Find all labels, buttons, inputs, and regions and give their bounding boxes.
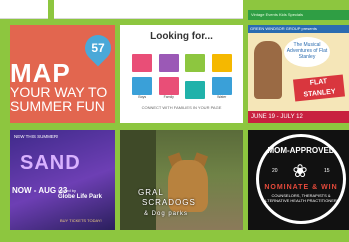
swim-icon xyxy=(185,81,206,99)
looking-for-tile[interactable]: Looking for... Boys Family Water CONNECT… xyxy=(120,25,243,123)
category-item[interactable]: Family xyxy=(157,74,182,99)
buy-tickets-link[interactable]: BUY TICKETS TODAY! xyxy=(60,218,102,223)
dog-park-tile[interactable]: GRAL SCRADOGS & Dog parks xyxy=(120,130,243,230)
sand-title: SAND xyxy=(20,152,81,174)
category-item[interactable] xyxy=(210,47,235,72)
category-grid: Boys Family Water xyxy=(130,47,234,99)
mom-approved-title: MOM-APPROVED xyxy=(267,146,335,155)
pin-number: 57 xyxy=(91,41,105,55)
camera-icon xyxy=(132,77,153,95)
dog-text-line2: SCRADOGS xyxy=(142,198,196,207)
sand-hosted-by: Hosted by xyxy=(58,188,77,193)
category-item[interactable]: Boys xyxy=(130,74,155,99)
sand-event-tile[interactable]: NEW THIS SUMMER! SAND NOW - AUG 23 Hoste… xyxy=(10,130,115,230)
lotus-icon: ❀ xyxy=(292,161,308,181)
sand-tag: NEW THIS SUMMER! xyxy=(14,134,59,139)
dog-text-line3: & Dog parks xyxy=(144,211,189,217)
musical-dates: JUNE 19 - JULY 12 xyxy=(248,111,349,123)
mom-approved-tile[interactable]: MOM-APPROVED ❀ 20 15 NOMINATE & WIN COUN… xyxy=(248,130,349,230)
category-banner[interactable]: Vintage Events Kids Specials xyxy=(248,10,349,20)
water-icon xyxy=(211,77,232,95)
mom-approved-subtext: COUNSELORS, THERAPISTS & ALTERNATIVE HEA… xyxy=(262,193,340,203)
category-item[interactable]: Water xyxy=(210,74,235,99)
family-icon xyxy=(185,54,206,72)
category-item[interactable] xyxy=(183,47,208,72)
category-item[interactable] xyxy=(183,74,208,99)
map-summer-fun-tile[interactable]: 57 MAP YOUR WAY TO SUMMER FUN xyxy=(10,25,115,123)
map-icon xyxy=(158,77,179,95)
year-left: 20 xyxy=(272,168,278,174)
musical-header: GREEN WINDSOR GROUP presents xyxy=(248,25,349,33)
stroller-icon xyxy=(132,54,153,72)
year-right: 15 xyxy=(324,168,330,174)
flat-stanley-label: FLAT STANLEY xyxy=(292,74,346,102)
map-headline: MAP xyxy=(10,58,71,88)
map-subline: YOUR WAY TO xyxy=(10,84,108,100)
gift-icon xyxy=(211,54,232,72)
musical-title: The Musical Adventures of Flat Stanley xyxy=(286,42,328,60)
child-icon xyxy=(158,54,179,72)
nominate-win-label: NOMINATE & WIN xyxy=(264,184,338,191)
top-card[interactable] xyxy=(54,0,243,19)
looking-title: Looking for... xyxy=(150,31,213,42)
flat-stanley-musical-tile[interactable]: GREEN WINDSOR GROUP presents The Musical… xyxy=(248,25,349,123)
dog-text-line1: GRAL xyxy=(138,188,164,197)
top-strip: Vintage Events Kids Specials xyxy=(0,0,349,22)
looking-footer: CONNECT WITH FAMILIES IN YOUR PAGE xyxy=(141,105,222,110)
sand-venue: Globe Life Park xyxy=(58,194,103,200)
page-bottom xyxy=(0,234,349,242)
performer-image xyxy=(254,41,282,99)
category-item[interactable] xyxy=(157,47,182,72)
map-subline-2: SUMMER FUN xyxy=(10,98,105,114)
top-card[interactable] xyxy=(0,0,48,19)
category-item[interactable] xyxy=(130,47,155,72)
